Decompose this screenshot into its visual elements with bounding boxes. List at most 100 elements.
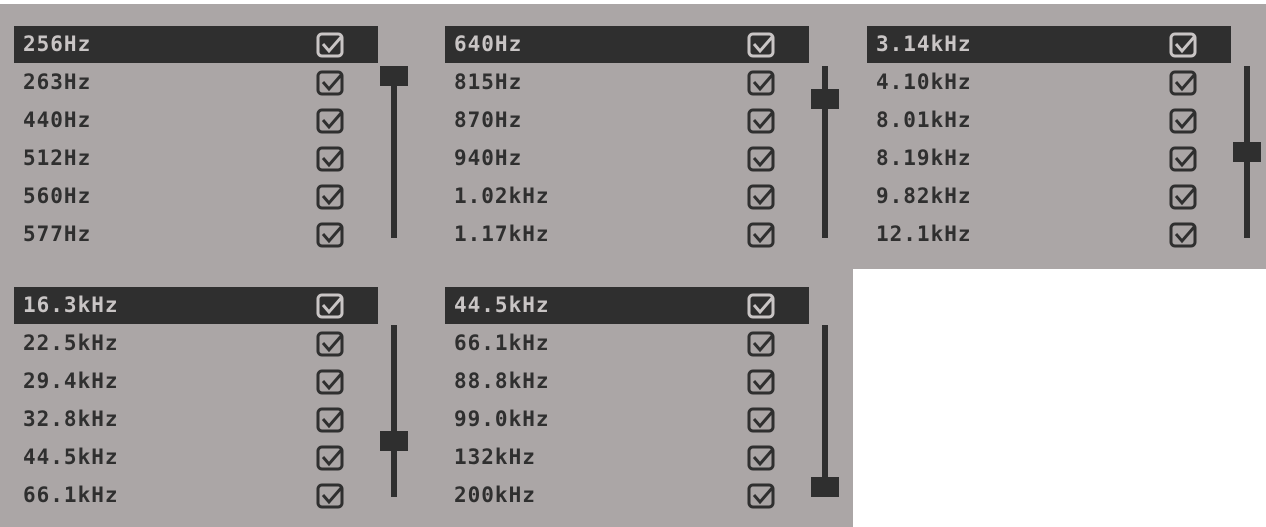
frequency-label: 256Hz [23, 32, 92, 56]
checkbox-checked-icon[interactable] [316, 222, 346, 248]
frequency-label: 4.10kHz [876, 70, 972, 94]
checkbox-checked-icon[interactable] [747, 445, 777, 471]
checkbox-checked-icon[interactable] [1169, 32, 1199, 58]
frequency-label: 66.1kHz [454, 331, 550, 355]
frequency-list-item[interactable]: 32.8kHz [14, 401, 378, 438]
checkbox-checked-icon[interactable] [316, 483, 346, 509]
frequency-list-item[interactable]: 577Hz [14, 216, 378, 253]
frequency-list-panel: 256Hz 263Hz 440Hz 512Hz 560Hz 577Hz [0, 4, 431, 269]
frequency-label: 815Hz [454, 70, 523, 94]
checkbox-checked-icon[interactable] [747, 184, 777, 210]
frequency-list-panel: 16.3kHz 22.5kHz 29.4kHz 32.8kHz 44.5kHz 66.1k… [0, 265, 431, 527]
frequency-list-item[interactable]: 29.4kHz [14, 363, 378, 400]
frequency-list-item[interactable]: 66.1kHz [14, 477, 378, 514]
frequency-label: 512Hz [23, 146, 92, 170]
checkbox-checked-icon[interactable] [747, 146, 777, 172]
frequency-label: 44.5kHz [454, 293, 550, 317]
checkbox-checked-icon[interactable] [747, 407, 777, 433]
frequency-label: 440Hz [23, 108, 92, 132]
checkbox-checked-icon[interactable] [747, 70, 777, 96]
frequency-label: 560Hz [23, 184, 92, 208]
frequency-list-item[interactable]: 560Hz [14, 178, 378, 215]
checkbox-checked-icon[interactable] [1169, 184, 1199, 210]
frequency-label: 12.1kHz [876, 222, 972, 246]
scrollbar-track[interactable] [822, 325, 828, 497]
frequency-label: 870Hz [454, 108, 523, 132]
scrollbar-track[interactable] [391, 325, 397, 497]
scrollbar-track[interactable] [391, 66, 397, 238]
frequency-list-item[interactable]: 8.19kHz [867, 140, 1231, 177]
checkbox-checked-icon[interactable] [747, 483, 777, 509]
checkbox-checked-icon[interactable] [747, 331, 777, 357]
frequency-list-item[interactable]: 870Hz [445, 102, 809, 139]
frequency-list-item[interactable]: 815Hz [445, 64, 809, 101]
scrollbar-thumb[interactable] [1233, 142, 1261, 162]
frequency-list-item[interactable]: 9.82kHz [867, 178, 1231, 215]
checkbox-checked-icon[interactable] [316, 184, 346, 210]
checkbox-checked-icon[interactable] [316, 407, 346, 433]
frequency-label: 132kHz [454, 445, 536, 469]
frequency-list-item[interactable]: 940Hz [445, 140, 809, 177]
scrollbar-thumb[interactable] [811, 88, 839, 109]
frequency-label: 22.5kHz [23, 331, 119, 355]
checkbox-checked-icon[interactable] [747, 293, 777, 319]
frequency-label: 9.82kHz [876, 184, 972, 208]
frequency-list-item[interactable]: 16.3kHz [14, 287, 378, 324]
checkbox-checked-icon[interactable] [747, 222, 777, 248]
frequency-list-item[interactable]: 12.1kHz [867, 216, 1231, 253]
checkbox-checked-icon[interactable] [316, 445, 346, 471]
frequency-label: 1.17kHz [454, 222, 550, 246]
frequency-label: 1.02kHz [454, 184, 550, 208]
frequency-list-item[interactable]: 440Hz [14, 102, 378, 139]
checkbox-checked-icon[interactable] [316, 108, 346, 134]
frequency-label: 577Hz [23, 222, 92, 246]
frequency-label: 8.01kHz [876, 108, 972, 132]
frequency-list-panel: 640Hz 815Hz 870Hz 940Hz 1.02kHz 1.17kHz [431, 4, 853, 269]
frequency-label: 32.8kHz [23, 407, 119, 431]
frequency-label: 3.14kHz [876, 32, 972, 56]
frequency-label: 940Hz [454, 146, 523, 170]
scrollbar-thumb[interactable] [811, 477, 839, 497]
frequency-list-item[interactable]: 132kHz [445, 439, 809, 476]
frequency-list-item[interactable]: 640Hz [445, 26, 809, 63]
frequency-list-item[interactable]: 4.10kHz [867, 64, 1231, 101]
frequency-list-item[interactable]: 99.0kHz [445, 401, 809, 438]
frequency-list-item[interactable]: 200kHz [445, 477, 809, 514]
frequency-label: 200kHz [454, 483, 536, 507]
frequency-label: 99.0kHz [454, 407, 550, 431]
checkbox-checked-icon[interactable] [1169, 222, 1199, 248]
frequency-list-item[interactable]: 66.1kHz [445, 325, 809, 362]
checkbox-checked-icon[interactable] [1169, 70, 1199, 96]
frequency-label: 66.1kHz [23, 483, 119, 507]
checkbox-checked-icon[interactable] [316, 293, 346, 319]
frequency-list-item[interactable]: 1.17kHz [445, 216, 809, 253]
frequency-list-item[interactable]: 256Hz [14, 26, 378, 63]
frequency-list-item[interactable]: 44.5kHz [14, 439, 378, 476]
frequency-label: 44.5kHz [23, 445, 119, 469]
frequency-list-item[interactable]: 263Hz [14, 64, 378, 101]
scrollbar-thumb[interactable] [380, 431, 408, 452]
frequency-label: 263Hz [23, 70, 92, 94]
checkbox-checked-icon[interactable] [316, 146, 346, 172]
frequency-label: 16.3kHz [23, 293, 119, 317]
checkbox-checked-icon[interactable] [316, 369, 346, 395]
checkbox-checked-icon[interactable] [747, 108, 777, 134]
checkbox-checked-icon[interactable] [316, 32, 346, 58]
frequency-list-item[interactable]: 22.5kHz [14, 325, 378, 362]
checkbox-checked-icon[interactable] [316, 70, 346, 96]
frequency-list-item[interactable]: 8.01kHz [867, 102, 1231, 139]
frequency-list-item[interactable]: 1.02kHz [445, 178, 809, 215]
frequency-label: 640Hz [454, 32, 523, 56]
frequency-list-item[interactable]: 512Hz [14, 140, 378, 177]
frequency-list-panel: 44.5kHz 66.1kHz 88.8kHz 99.0kHz 132kHz 200kHz [431, 265, 853, 527]
frequency-list-item[interactable]: 44.5kHz [445, 287, 809, 324]
checkbox-checked-icon[interactable] [1169, 108, 1199, 134]
checkbox-checked-icon[interactable] [747, 369, 777, 395]
frequency-list-item[interactable]: 3.14kHz [867, 26, 1231, 63]
checkbox-checked-icon[interactable] [1169, 146, 1199, 172]
checkbox-checked-icon[interactable] [316, 331, 346, 357]
frequency-list-item[interactable]: 88.8kHz [445, 363, 809, 400]
frequency-label: 29.4kHz [23, 369, 119, 393]
scrollbar-thumb[interactable] [380, 66, 408, 86]
checkbox-checked-icon[interactable] [747, 32, 777, 58]
